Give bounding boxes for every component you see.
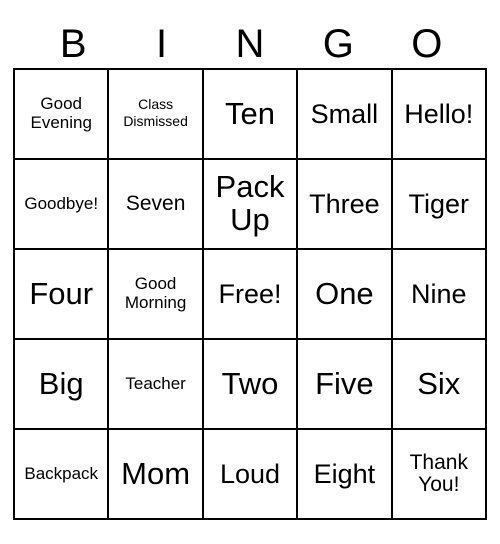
bingo-cell-label: Good Morning (124, 274, 187, 312)
bingo-cell[interactable]: Thank You! (390, 428, 487, 520)
bingo-cell-label: Eight (313, 458, 376, 489)
bingo-cell-label: Three (309, 188, 380, 219)
bingo-row: Goodbye! Seven Pack Up Three Tiger (13, 158, 487, 250)
bingo-cell-label: Big (38, 365, 84, 401)
bingo-cell[interactable]: Nine (390, 248, 487, 340)
bingo-cell[interactable]: Good Morning (107, 248, 204, 340)
bingo-cell-label: Thank You! (409, 450, 468, 496)
bingo-cell[interactable]: Two (201, 338, 299, 430)
bingo-grid: Good Evening Class Dismissed Ten Small H… (13, 68, 487, 520)
bingo-cell[interactable]: Six (390, 338, 487, 430)
bingo-cell[interactable]: Goodbye! (13, 158, 110, 250)
bingo-cell[interactable]: Three (296, 158, 393, 250)
bingo-cell[interactable]: Loud (201, 428, 299, 520)
bingo-cell-label: Goodbye! (24, 193, 99, 213)
header-letter-i: I (156, 22, 168, 66)
bingo-cell[interactable]: Good Evening (13, 68, 110, 160)
bingo-cell-label: Good Evening (30, 94, 92, 132)
bingo-cell[interactable]: Four (13, 248, 110, 340)
header-letter-o: O (411, 22, 443, 66)
bingo-cell[interactable]: Pack Up (201, 158, 299, 250)
bingo-cell-label: Backpack (24, 463, 99, 483)
bingo-cell-label: Nine (411, 278, 467, 309)
bingo-cell-label: Seven (125, 191, 186, 215)
bingo-cell-label: Small (310, 98, 379, 129)
bingo-cell[interactable]: Ten (201, 68, 299, 160)
bingo-cell[interactable]: One (296, 248, 393, 340)
bingo-cell[interactable]: Seven (107, 158, 204, 250)
bingo-cell-label: Loud (219, 458, 281, 489)
bingo-cell[interactable]: Tiger (390, 158, 487, 250)
bingo-row: Big Teacher Two Five Six (13, 338, 487, 430)
bingo-cell-free[interactable]: Free! (201, 248, 299, 340)
bingo-row: Backpack Mom Loud Eight Thank You! (13, 428, 487, 520)
bingo-cell-label: Ten (225, 95, 275, 131)
bingo-cell-label: One (315, 275, 374, 311)
header-letter-b: B (59, 22, 87, 66)
bingo-cell-label: Four (29, 275, 94, 311)
bingo-cell-label: Pack Up (215, 169, 285, 237)
bingo-cell[interactable]: Small (296, 68, 393, 160)
bingo-cell-label: Class Dismissed (123, 96, 188, 129)
bingo-cell[interactable]: Mom (107, 428, 204, 520)
bingo-cell-label: Free! (218, 278, 282, 309)
bingo-cell[interactable]: Backpack (13, 428, 110, 520)
bingo-cell-label: Six (417, 365, 461, 401)
bingo-cell-label: Two (221, 365, 279, 401)
bingo-cell[interactable]: Eight (296, 428, 393, 520)
header-letter-g: G (322, 22, 354, 66)
bingo-cell-label: Hello! (404, 98, 474, 129)
bingo-cell-label: Teacher (125, 373, 186, 393)
bingo-cell-label: Tiger (408, 188, 470, 219)
bingo-cell[interactable]: Big (13, 338, 110, 430)
bingo-cell[interactable]: Five (296, 338, 393, 430)
bingo-cell[interactable]: Teacher (107, 338, 204, 430)
bingo-cell[interactable]: Hello! (390, 68, 487, 160)
bingo-cell-label: Mom (121, 455, 191, 491)
bingo-cell-label: Five (315, 365, 374, 401)
bingo-header: B I N G O (29, 0, 471, 68)
bingo-cell[interactable]: Class Dismissed (107, 68, 204, 160)
bingo-card: B I N G O Good Evening Class Dismissed T… (0, 0, 500, 544)
header-letter-n: N (235, 22, 265, 66)
bingo-row: Four Good Morning Free! One Nine (13, 248, 487, 340)
bingo-row: Good Evening Class Dismissed Ten Small H… (13, 68, 487, 160)
